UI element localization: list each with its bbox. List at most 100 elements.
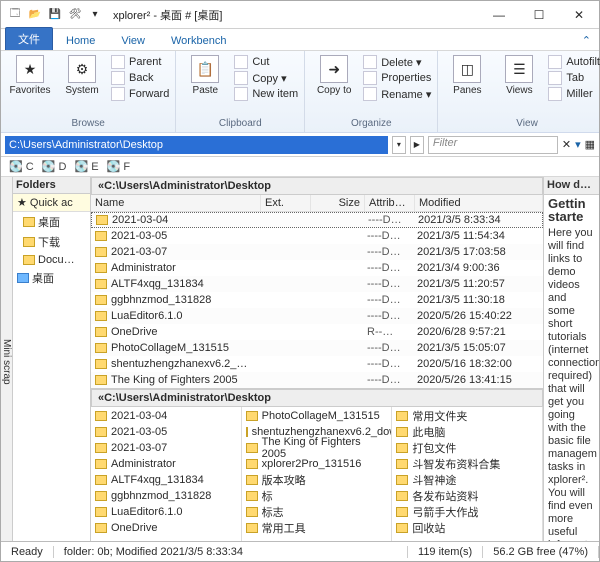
drive-f[interactable]: 💽 F xyxy=(107,160,131,173)
col-ext: Ext. xyxy=(261,195,311,211)
list-item[interactable]: 常用工具 xyxy=(242,520,392,536)
titlebar: 🗔 📂 💾 🛠 ▾ xplorer² - 桌面 # [桌面] — ☐ ✕ xyxy=(1,1,599,29)
paste-button[interactable]: 📋Paste xyxy=(182,53,228,96)
table-row[interactable]: ALTF4xqg_131834----D…2021/3/5 11:20:57 xyxy=(91,276,543,292)
address-dropdown-icon[interactable]: ▾ xyxy=(392,136,406,154)
table-row[interactable]: 2021-03-05----D…2021/3/5 11:54:34 xyxy=(91,228,543,244)
favorites-button[interactable]: ★Favorites xyxy=(7,53,53,96)
drive-c[interactable]: 💽 C xyxy=(9,160,34,173)
back-button[interactable]: Back xyxy=(111,71,169,85)
autofilter-button[interactable]: Autofilter xyxy=(548,55,600,69)
help-pane: How d… Gettin starte Here you will find … xyxy=(543,177,599,541)
qat-dropdown-icon[interactable]: ▾ xyxy=(87,7,103,23)
list-item[interactable]: LuaEditor6.1.0 xyxy=(91,504,241,520)
filter-input[interactable]: Filter xyxy=(428,136,558,154)
mini-scrap-tab[interactable]: Mini scrap xyxy=(1,177,13,541)
window-title: xplorer² - 桌面 # [桌面] xyxy=(109,7,479,23)
folder-item[interactable]: 桌面 xyxy=(13,268,90,288)
list-item[interactable]: ALTF4xqg_131834 xyxy=(91,472,241,488)
tab-file[interactable]: 文件 xyxy=(5,27,53,50)
list-item[interactable]: 标志 xyxy=(242,504,392,520)
copyto-button[interactable]: ➜Copy to xyxy=(311,53,357,96)
list-item[interactable]: 斗智发布资料合集 xyxy=(392,456,542,472)
list-item[interactable]: 斗智神途 xyxy=(392,472,542,488)
pane2-path: «C:\Users\Administrator\Desktop xyxy=(91,389,543,407)
table-row[interactable]: 2021-03-04----D…2021/3/5 8:33:34 xyxy=(91,212,543,228)
list-item[interactable]: 常用文件夹 xyxy=(392,408,542,424)
bottom-pane: 2021-03-042021-03-052021-03-07Administra… xyxy=(91,407,543,541)
list-item[interactable]: OneDrive xyxy=(91,520,241,536)
table-row[interactable]: LuaEditor6.1.0----D…2020/5/26 15:40:22 xyxy=(91,308,543,324)
qat-tool-icon[interactable]: 🛠 xyxy=(67,7,83,23)
address-go-icon[interactable]: ▶ xyxy=(410,136,424,154)
list-item[interactable]: 版本攻略 xyxy=(242,472,392,488)
qat-save-icon[interactable]: 💾 xyxy=(47,7,63,23)
list-item[interactable]: 2021-03-05 xyxy=(91,424,241,440)
drive-d[interactable]: 💽 D xyxy=(42,160,67,173)
properties-button[interactable]: Properties xyxy=(363,71,431,85)
ribbon: ★Favorites ⚙System Parent Back Forward B… xyxy=(1,51,599,133)
minimize-button[interactable]: — xyxy=(479,1,519,29)
list-item[interactable]: The King of Fighters 2005 xyxy=(242,440,392,456)
miller-button[interactable]: Miller xyxy=(548,87,600,101)
close-button[interactable]: ✕ xyxy=(559,1,599,29)
views-button[interactable]: ☰Views xyxy=(496,53,542,96)
panes-button[interactable]: ◫Panes xyxy=(444,53,490,96)
list-item[interactable]: 回收站 xyxy=(392,520,542,536)
cut-button[interactable]: Cut xyxy=(234,55,298,69)
table-row[interactable]: The King of Fighters 2005----D…2020/5/26… xyxy=(91,372,543,388)
parent-button[interactable]: Parent xyxy=(111,55,169,69)
address-input[interactable]: C:\Users\Administrator\Desktop xyxy=(5,136,388,154)
drive-e[interactable]: 💽 E xyxy=(74,160,98,173)
tab-workbench[interactable]: Workbench xyxy=(158,31,239,50)
folder-item[interactable]: 桌面 xyxy=(13,212,90,232)
folder-item[interactable]: 下载 xyxy=(13,232,90,252)
list-item[interactable]: Administrator xyxy=(91,456,241,472)
copy-button[interactable]: Copy ▾ xyxy=(234,71,298,85)
status-free: 56.2 GB free (47%) xyxy=(483,546,599,558)
maximize-button[interactable]: ☐ xyxy=(519,1,559,29)
app-icon: 🗔 xyxy=(7,7,23,23)
column-headers[interactable]: Name Ext. Size Attrib… Modified xyxy=(91,195,543,212)
qat-open-icon[interactable]: 📂 xyxy=(27,7,43,23)
tab-button[interactable]: Tab xyxy=(548,71,600,85)
address-bar: C:\Users\Administrator\Desktop ▾ ▶ Filte… xyxy=(1,133,599,157)
file-list: Name Ext. Size Attrib… Modified 2021-03-… xyxy=(91,195,543,388)
tab-view[interactable]: View xyxy=(108,31,158,50)
table-row[interactable]: ggbhnzmod_131828----D…2021/3/5 11:30:18 xyxy=(91,292,543,308)
col-attrib: Attrib… xyxy=(365,195,415,211)
table-row[interactable]: shentuzhengzhanexv6.2_…----D…2020/5/16 1… xyxy=(91,356,543,372)
status-folder: folder: 0b; Modified 2021/3/5 8:33:34 xyxy=(54,546,408,558)
viewmode-icon[interactable]: ▦ xyxy=(585,138,595,151)
drive-bar: 💽 C 💽 D 💽 E 💽 F xyxy=(1,157,599,177)
list-item[interactable]: PhotoCollageM_131515 xyxy=(242,408,392,424)
list-item[interactable]: 此电脑 xyxy=(392,424,542,440)
table-row[interactable]: OneDriveR--…2020/6/28 9:57:21 xyxy=(91,324,543,340)
list-item[interactable]: 打包文件 xyxy=(392,440,542,456)
list-item[interactable]: 弓箭手大作战 xyxy=(392,504,542,520)
filter-clear-icon[interactable]: ✕ xyxy=(562,138,571,151)
list-item[interactable]: ggbhnzmod_131828 xyxy=(91,488,241,504)
table-row[interactable]: PhotoCollageM_131515----D…2021/3/5 15:05… xyxy=(91,340,543,356)
ribbon-expand-icon[interactable]: ⌃ xyxy=(574,31,599,50)
forward-button[interactable]: Forward xyxy=(111,87,169,101)
table-row[interactable]: 2021-03-07----D…2021/3/5 17:03:58 xyxy=(91,244,543,260)
list-item[interactable]: 2021-03-07 xyxy=(91,440,241,456)
list-item[interactable]: 标 xyxy=(242,488,392,504)
status-items: 119 item(s) xyxy=(408,546,483,558)
list-item[interactable]: 2021-03-04 xyxy=(91,408,241,424)
col-modified: Modified xyxy=(415,195,543,211)
system-button[interactable]: ⚙System xyxy=(59,53,105,96)
list-item[interactable]: 各发布站资料 xyxy=(392,488,542,504)
rename-button[interactable]: Rename ▾ xyxy=(363,87,431,101)
newitem-button[interactable]: New item xyxy=(234,87,298,101)
col-size: Size xyxy=(311,195,365,211)
folder-item[interactable]: Docu… xyxy=(13,252,90,268)
tab-home[interactable]: Home xyxy=(53,31,108,50)
help-header: How d… xyxy=(544,177,599,195)
delete-button[interactable]: Delete ▾ xyxy=(363,55,431,69)
quick-access[interactable]: ★ Quick ac xyxy=(13,194,90,212)
filter-menu-icon[interactable]: ▾ xyxy=(575,138,581,151)
folders-header: Folders xyxy=(13,177,90,194)
table-row[interactable]: Administrator----D…2021/3/4 9:00:36 xyxy=(91,260,543,276)
